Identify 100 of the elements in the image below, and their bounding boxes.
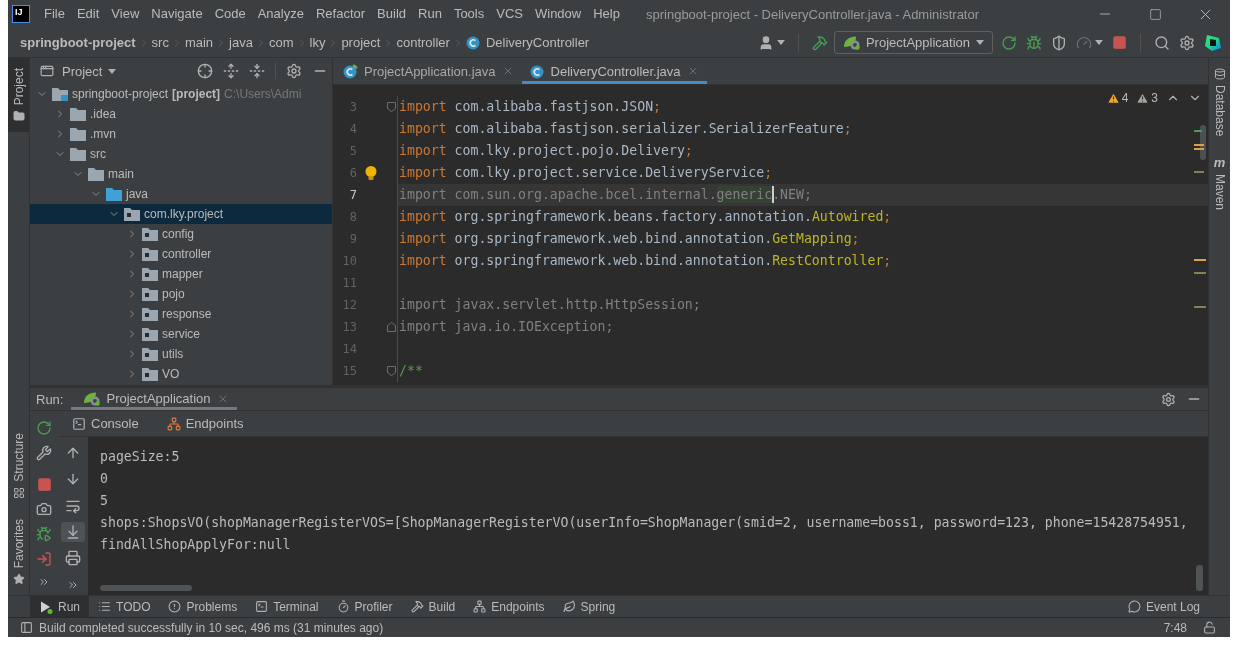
fold-marker-icon[interactable] bbox=[386, 322, 396, 332]
shield-icon[interactable] bbox=[1051, 34, 1067, 51]
tree-item[interactable]: utils bbox=[30, 344, 332, 364]
menu-item[interactable]: VCS bbox=[490, 5, 529, 23]
class-icon bbox=[343, 63, 358, 79]
weak-warnings-indicator[interactable]: 3 bbox=[1136, 91, 1158, 105]
scroll-to-end-button[interactable] bbox=[61, 522, 85, 543]
double-chevron-icon[interactable] bbox=[38, 576, 50, 588]
view-selector[interactable]: Project bbox=[62, 63, 117, 79]
breadcrumb[interactable]: controller bbox=[396, 35, 450, 50]
breadcrumb[interactable]: lky bbox=[309, 35, 326, 50]
menu-item[interactable]: Navigate bbox=[145, 5, 209, 23]
breadcrumb[interactable]: java bbox=[229, 35, 253, 50]
caret-position[interactable]: 7:48 bbox=[1163, 620, 1187, 635]
stop-icon[interactable] bbox=[36, 477, 52, 492]
login-icon[interactable] bbox=[36, 551, 52, 567]
settings-icon[interactable] bbox=[1179, 34, 1195, 51]
panel-layout-icon[interactable] bbox=[20, 621, 33, 634]
breadcrumb[interactable]: src bbox=[151, 35, 169, 50]
stop-icon[interactable] bbox=[1112, 35, 1127, 50]
hammer-icon[interactable] bbox=[811, 34, 828, 51]
breadcrumb[interactable]: main bbox=[184, 35, 214, 50]
menu-item[interactable]: Build bbox=[371, 5, 412, 23]
menu-item[interactable]: Window bbox=[528, 5, 588, 23]
breadcrumb[interactable]: DeliveryController bbox=[465, 35, 590, 50]
breadcrumb[interactable]: project bbox=[341, 35, 381, 50]
editor-tab[interactable]: ProjectApplication.java bbox=[335, 58, 522, 84]
tree-item[interactable]: controller bbox=[30, 244, 332, 264]
spring-boot-icon bbox=[83, 391, 101, 406]
tree-item[interactable]: main bbox=[30, 164, 332, 184]
grid-icon bbox=[12, 486, 25, 499]
tree-item[interactable]: mapper bbox=[30, 264, 332, 284]
menu-item[interactable]: View bbox=[105, 5, 146, 23]
wrench-icon[interactable] bbox=[36, 445, 52, 461]
console-tab[interactable]: Endpoints bbox=[152, 416, 258, 431]
tool-window-button[interactable]: Spring bbox=[553, 596, 625, 617]
tool-window-button[interactable]: Build bbox=[401, 596, 465, 617]
settings-icon[interactable] bbox=[286, 63, 302, 79]
menu-item[interactable]: Analyze bbox=[251, 5, 310, 23]
rerun-icon[interactable] bbox=[1001, 34, 1017, 51]
menu-item[interactable]: File bbox=[38, 5, 71, 23]
breadcrumb[interactable]: springboot-project bbox=[20, 35, 136, 50]
lightbulb-icon[interactable] bbox=[365, 166, 377, 180]
caret-icon[interactable] bbox=[1095, 40, 1103, 45]
tree-item[interactable]: src bbox=[30, 144, 332, 164]
expand-all-icon[interactable] bbox=[223, 63, 239, 79]
settings-icon[interactable] bbox=[1161, 391, 1176, 407]
tree-item[interactable]: .mvn bbox=[30, 124, 332, 144]
rerun-icon[interactable] bbox=[36, 420, 52, 436]
run-tab[interactable]: ProjectApplication bbox=[71, 388, 237, 410]
fold-marker-icon[interactable] bbox=[386, 102, 396, 112]
tree-item[interactable]: response bbox=[30, 304, 332, 324]
package-icon bbox=[142, 307, 158, 321]
menu-item[interactable]: Refactor bbox=[309, 5, 372, 23]
toolbox-logo[interactable] bbox=[1204, 33, 1222, 52]
bug-icon[interactable] bbox=[1026, 34, 1042, 51]
editor-tab[interactable]: DeliveryController.java bbox=[521, 58, 707, 84]
menu-item[interactable]: Tools bbox=[447, 5, 491, 23]
tool-window-button[interactable]: TODO bbox=[89, 596, 160, 617]
crosshair-icon[interactable] bbox=[197, 63, 213, 79]
error-stripe[interactable] bbox=[1193, 125, 1208, 308]
camera-icon[interactable] bbox=[36, 501, 52, 517]
tree-item[interactable]: java bbox=[30, 184, 332, 204]
menu-item[interactable]: Run bbox=[412, 5, 448, 23]
tool-window-tab[interactable]: m Maven bbox=[1209, 146, 1230, 221]
breadcrumb[interactable]: com bbox=[268, 35, 294, 50]
event-log-button[interactable]: Event Log bbox=[1127, 596, 1200, 617]
menu-item[interactable]: Help bbox=[587, 5, 626, 23]
horizontal-scrollbar[interactable] bbox=[100, 585, 192, 591]
warnings-indicator[interactable]: 4 bbox=[1106, 91, 1129, 105]
maximize-icon[interactable] bbox=[1148, 7, 1162, 21]
tool-window-button[interactable]: Endpoints bbox=[464, 596, 554, 617]
tool-window-button[interactable]: Run bbox=[30, 596, 89, 617]
tree-item[interactable]: .idea bbox=[30, 104, 332, 124]
run-configuration-dropdown[interactable]: ProjectApplication bbox=[833, 31, 993, 54]
collapse-all-icon[interactable] bbox=[249, 63, 265, 79]
tool-window-button[interactable]: Profiler bbox=[327, 596, 402, 617]
tool-window-tab[interactable]: Favorites bbox=[8, 508, 29, 595]
search-icon[interactable] bbox=[1154, 34, 1170, 51]
tool-window-tab[interactable]: Structure bbox=[8, 422, 29, 509]
tree-item[interactable]: service bbox=[30, 324, 332, 344]
console-tab[interactable]: Console bbox=[58, 416, 153, 431]
lock-open-icon[interactable] bbox=[1203, 621, 1216, 634]
vertical-scrollbar[interactable] bbox=[1196, 565, 1203, 591]
tool-window-tab[interactable]: Database bbox=[1209, 58, 1230, 147]
tree-item[interactable]: VO bbox=[30, 364, 332, 384]
fold-marker-icon[interactable] bbox=[386, 366, 396, 376]
tree-item[interactable]: config bbox=[30, 224, 332, 244]
print-icon[interactable] bbox=[65, 550, 81, 567]
caret-icon[interactable] bbox=[776, 40, 785, 45]
tree-item[interactable]: springboot-project [project] C:\Users\Admi bbox=[30, 84, 332, 104]
menu-item[interactable]: Edit bbox=[70, 5, 106, 23]
tool-window-button[interactable]: Terminal bbox=[246, 596, 328, 617]
tree-item[interactable]: pojo bbox=[30, 284, 332, 304]
tree-item[interactable]: com.lky.project bbox=[30, 204, 332, 224]
tool-window-button[interactable]: Problems bbox=[159, 596, 247, 617]
network-icon bbox=[166, 416, 181, 431]
tool-window-tab[interactable]: Project bbox=[8, 58, 29, 133]
menu-item[interactable]: Code bbox=[208, 5, 252, 23]
bug-icon[interactable] bbox=[36, 526, 52, 542]
